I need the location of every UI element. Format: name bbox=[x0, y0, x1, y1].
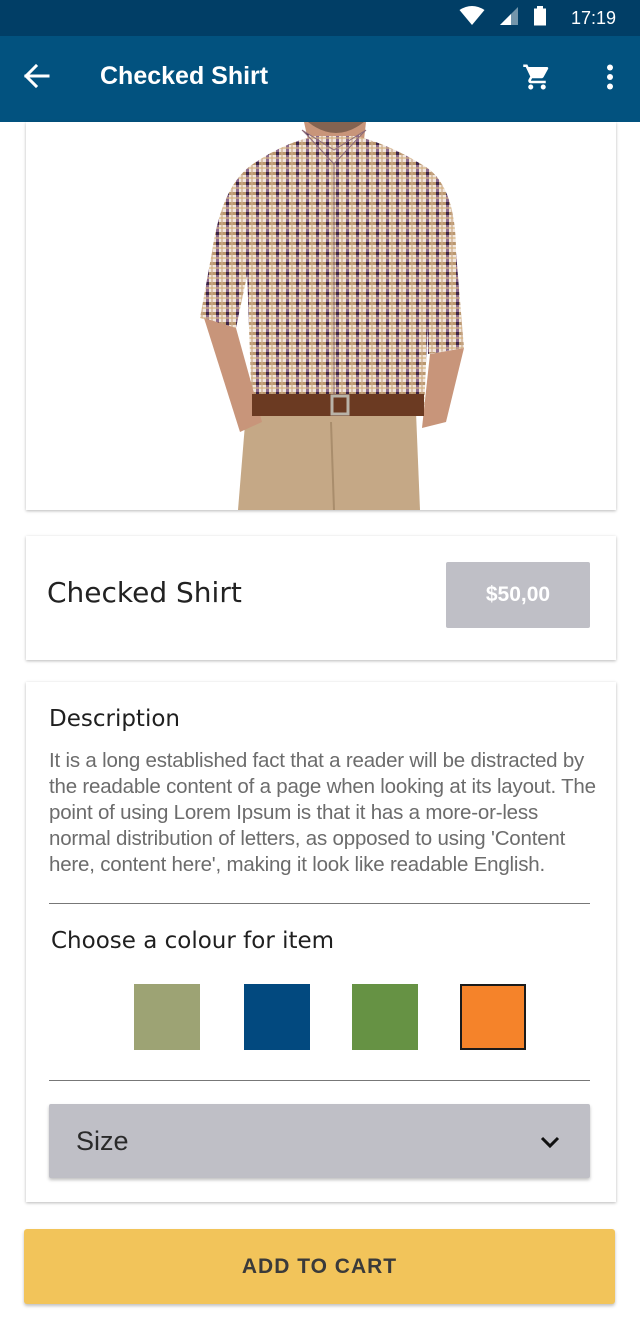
shopping-cart-icon bbox=[522, 62, 552, 97]
colour-swatch-green[interactable] bbox=[352, 984, 418, 1050]
product-name: Checked Shirt bbox=[47, 576, 242, 609]
chevron-down-icon bbox=[538, 1130, 562, 1154]
product-image-card bbox=[26, 122, 616, 510]
app-bar: Checked Shirt bbox=[0, 36, 640, 122]
description-heading: Description bbox=[49, 706, 180, 732]
size-label: Size bbox=[76, 1126, 129, 1156]
add-to-cart-button[interactable]: ADD TO CART bbox=[24, 1229, 615, 1304]
description-card: Description It is a long established fac… bbox=[26, 682, 616, 1202]
colour-swatch-navy[interactable] bbox=[244, 984, 310, 1050]
wifi-icon bbox=[459, 5, 485, 31]
back-button[interactable] bbox=[20, 61, 54, 95]
colour-swatch-orange[interactable] bbox=[460, 984, 526, 1050]
battery-icon bbox=[533, 5, 547, 31]
more-vert-icon bbox=[606, 64, 614, 95]
size-dropdown[interactable]: Size bbox=[49, 1104, 590, 1178]
price-button[interactable]: $50,00 bbox=[446, 562, 590, 628]
divider bbox=[49, 903, 590, 904]
colour-swatch-olive[interactable] bbox=[134, 984, 200, 1050]
more-options-button[interactable] bbox=[596, 60, 624, 98]
arrow-back-icon bbox=[23, 63, 50, 93]
divider bbox=[49, 1080, 590, 1081]
signal-icon bbox=[499, 6, 519, 31]
page-title: Checked Shirt bbox=[100, 62, 269, 90]
status-time: 17:19 bbox=[570, 7, 616, 28]
cart-button[interactable] bbox=[518, 60, 556, 98]
product-title-card: Checked Shirt $50,00 bbox=[26, 536, 616, 660]
colour-heading: Choose a colour for item bbox=[51, 928, 335, 954]
product-image bbox=[26, 122, 616, 510]
description-text: It is a long established fact that a rea… bbox=[49, 749, 596, 876]
status-bar: 17:19 bbox=[0, 0, 640, 36]
